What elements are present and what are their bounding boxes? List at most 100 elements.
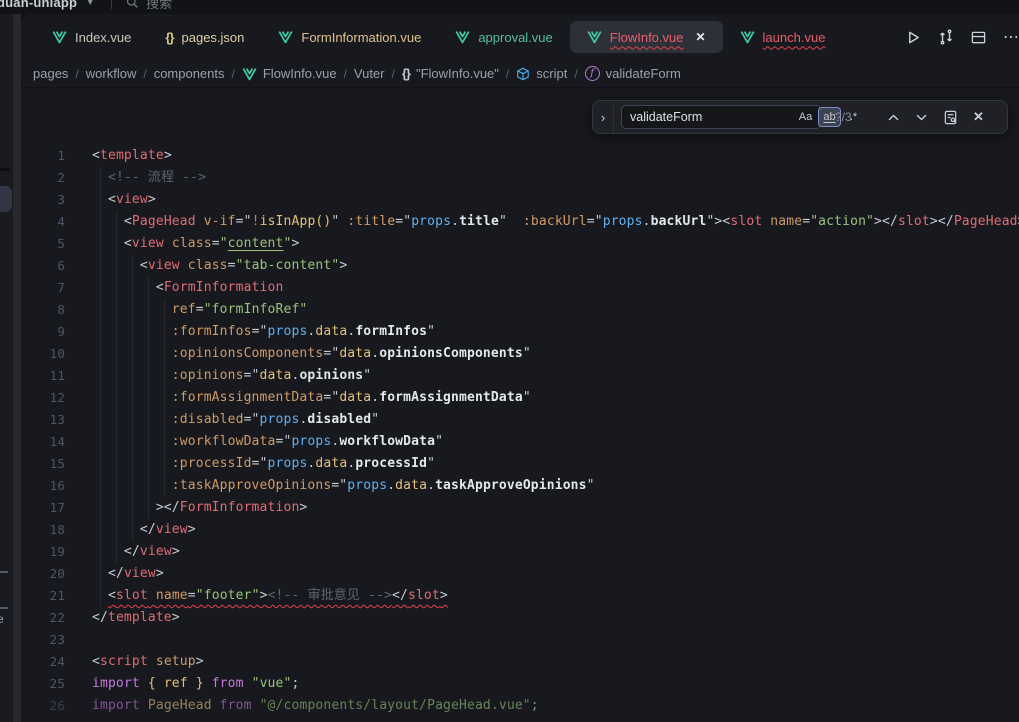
code-line-2[interactable]: 2 <!-- 流程 --> <box>21 167 1019 189</box>
chevron-down-icon[interactable]: ▼ <box>85 0 95 8</box>
line-number: 13 <box>21 409 65 431</box>
code-line-17[interactable]: 17 ></FormInformation> <box>21 497 1019 519</box>
next-match-icon[interactable] <box>915 111 928 124</box>
global-search-box[interactable]: 搜索 <box>126 0 172 12</box>
indent-guide <box>116 475 117 497</box>
breadcrumb-item-flowinfo-vue[interactable]: FlowInfo.vue <box>242 66 337 81</box>
breadcrumb-item-workflow[interactable]: workflow <box>86 66 137 81</box>
breadcrumb-item--flowinfo-vue-[interactable]: {}"FlowInfo.vue" <box>402 66 499 81</box>
line-number: 19 <box>21 541 65 563</box>
toggle-replace-chevron-icon[interactable]: › <box>593 101 614 133</box>
line-content: :disabled="props.disabled" <box>92 409 379 431</box>
indent-guide <box>132 497 133 519</box>
indent-guide <box>164 365 165 387</box>
code-line-26[interactable]: 26import PageHead from "@/components/lay… <box>21 695 1019 717</box>
code-line-6[interactable]: 6 <view class="tab-content"> <box>21 255 1019 277</box>
tab-label: pages.json <box>182 30 245 45</box>
compare-changes-icon[interactable] <box>938 29 954 45</box>
breadcrumb-label: components <box>154 66 225 81</box>
package-cube-icon <box>516 67 530 81</box>
find-input-box: Aa ab .* <box>621 105 821 129</box>
tab-flowinfo-vue[interactable]: FlowInfo.vue ✕ <box>570 21 723 53</box>
code-line-12[interactable]: 12 :formAssignmentData="data.formAssignm… <box>21 387 1019 409</box>
breadcrumb-separator: / <box>574 67 577 81</box>
code-line-25[interactable]: 25import { ref } from "vue"; <box>21 673 1019 695</box>
tab-forminformation-vue[interactable]: FormInformation.vue <box>261 21 438 53</box>
indent-guide <box>100 541 101 563</box>
line-number: 9 <box>21 321 65 343</box>
code-line-9[interactable]: 9 :formInfos="props.data.formInfos" <box>21 321 1019 343</box>
code-line-16[interactable]: 16 :taskApproveOpinions="props.data.task… <box>21 475 1019 497</box>
find-input[interactable] <box>622 110 795 124</box>
tab-launch-vue[interactable]: launch.vue <box>723 21 843 53</box>
code-line-22[interactable]: 22</template> <box>21 607 1019 629</box>
breadcrumb-separator: / <box>75 67 78 81</box>
line-content: :opinionsComponents="data.opinionsCompon… <box>92 343 531 365</box>
indent-guide <box>116 387 117 409</box>
breadcrumb-item-pages[interactable]: pages <box>33 66 68 81</box>
match-case-toggle[interactable]: Aa <box>795 108 816 126</box>
code-line-1[interactable]: 1<template> <box>21 145 1019 167</box>
run-icon[interactable] <box>906 30 921 45</box>
breadcrumb-item-script[interactable]: script <box>516 66 567 81</box>
code-line-11[interactable]: 11 :opinions="data.opinions" <box>21 365 1019 387</box>
code-line-3[interactable]: 3 <view> <box>21 189 1019 211</box>
line-number: 25 <box>21 673 65 695</box>
line-number: 14 <box>21 431 65 453</box>
indent-guide <box>116 211 117 233</box>
indent-guide <box>164 409 165 431</box>
code-line-20[interactable]: 20 </view> <box>21 563 1019 585</box>
line-number: 26 <box>21 695 65 717</box>
tab-label: approval.vue <box>478 30 552 45</box>
code-line-19[interactable]: 19 </view> <box>21 541 1019 563</box>
line-content: </template> <box>92 607 180 629</box>
breadcrumb-item-vuter[interactable]: Vuter <box>354 66 385 81</box>
indent-guide <box>116 497 117 519</box>
code-editor[interactable]: 1<template>2 <!-- 流程 -->3 <view>4 <PageH… <box>21 88 1019 717</box>
code-line-4[interactable]: 4 <PageHead v-if="!isInApp()" :title="pr… <box>21 211 1019 233</box>
breadcrumb-item-components[interactable]: components <box>154 66 225 81</box>
tab-label: launch.vue <box>763 30 826 45</box>
tab-label: FlowInfo.vue <box>610 30 684 45</box>
tab-index-vue[interactable]: Index.vue <box>35 21 148 53</box>
indent-guide <box>132 453 133 475</box>
breadcrumb-label: Vuter <box>354 66 385 81</box>
tab-approval-vue[interactable]: approval.vue <box>438 21 569 53</box>
vue-icon <box>242 67 257 81</box>
line-content: </view> <box>92 541 180 563</box>
line-content: </view> <box>92 563 164 585</box>
code-line-21[interactable]: 21 <slot name="footer"><!-- 审批意见 --></sl… <box>21 585 1019 607</box>
close-find-icon[interactable]: ✕ <box>973 109 984 125</box>
indent-guide <box>100 365 101 387</box>
line-number: 18 <box>21 519 65 541</box>
whole-word-label: ab <box>823 111 835 123</box>
line-number: 4 <box>21 211 65 233</box>
indent-guide <box>148 409 149 431</box>
tab-pages-json[interactable]: {}pages.json <box>148 21 261 53</box>
code-line-5[interactable]: 5 <view class="content"> <box>21 233 1019 255</box>
code-line-13[interactable]: 13 :disabled="props.disabled" <box>21 409 1019 431</box>
sidebar-item-edge <box>0 571 8 573</box>
previous-match-icon[interactable] <box>887 111 900 124</box>
tab-label: Index.vue <box>75 30 131 45</box>
code-line-23[interactable]: 23 <box>21 629 1019 651</box>
indent-guide <box>132 431 133 453</box>
code-line-8[interactable]: 8 ref="formInfoRef" <box>21 299 1019 321</box>
code-line-10[interactable]: 10 :opinionsComponents="data.opinionsCom… <box>21 343 1019 365</box>
more-actions-icon[interactable]: ⋯ <box>1003 27 1017 47</box>
code-line-18[interactable]: 18 </view> <box>21 519 1019 541</box>
line-content: <view class="content"> <box>92 233 299 255</box>
code-line-15[interactable]: 15 :processId="props.data.processId" <box>21 453 1019 475</box>
sidebar-handle[interactable] <box>0 186 12 212</box>
breadcrumb-item-validateform[interactable]: fvalidateForm <box>585 66 681 81</box>
close-tab-icon[interactable]: ✕ <box>695 30 705 44</box>
error-squiggle: <slot name="footer"><!-- 审批意见 --></slot> <box>108 588 448 603</box>
split-editor-icon[interactable] <box>971 30 986 45</box>
code-line-24[interactable]: 24<script setup> <box>21 651 1019 673</box>
find-in-selection-icon[interactable] <box>943 110 958 125</box>
sidebar-resize-gutter[interactable] <box>13 14 21 722</box>
code-line-14[interactable]: 14 :workflowData="props.workflowData" <box>21 431 1019 453</box>
project-name[interactable]: duan-uniapp <box>0 0 77 10</box>
breadcrumb-label: workflow <box>86 66 137 81</box>
code-line-7[interactable]: 7 <FormInformation <box>21 277 1019 299</box>
